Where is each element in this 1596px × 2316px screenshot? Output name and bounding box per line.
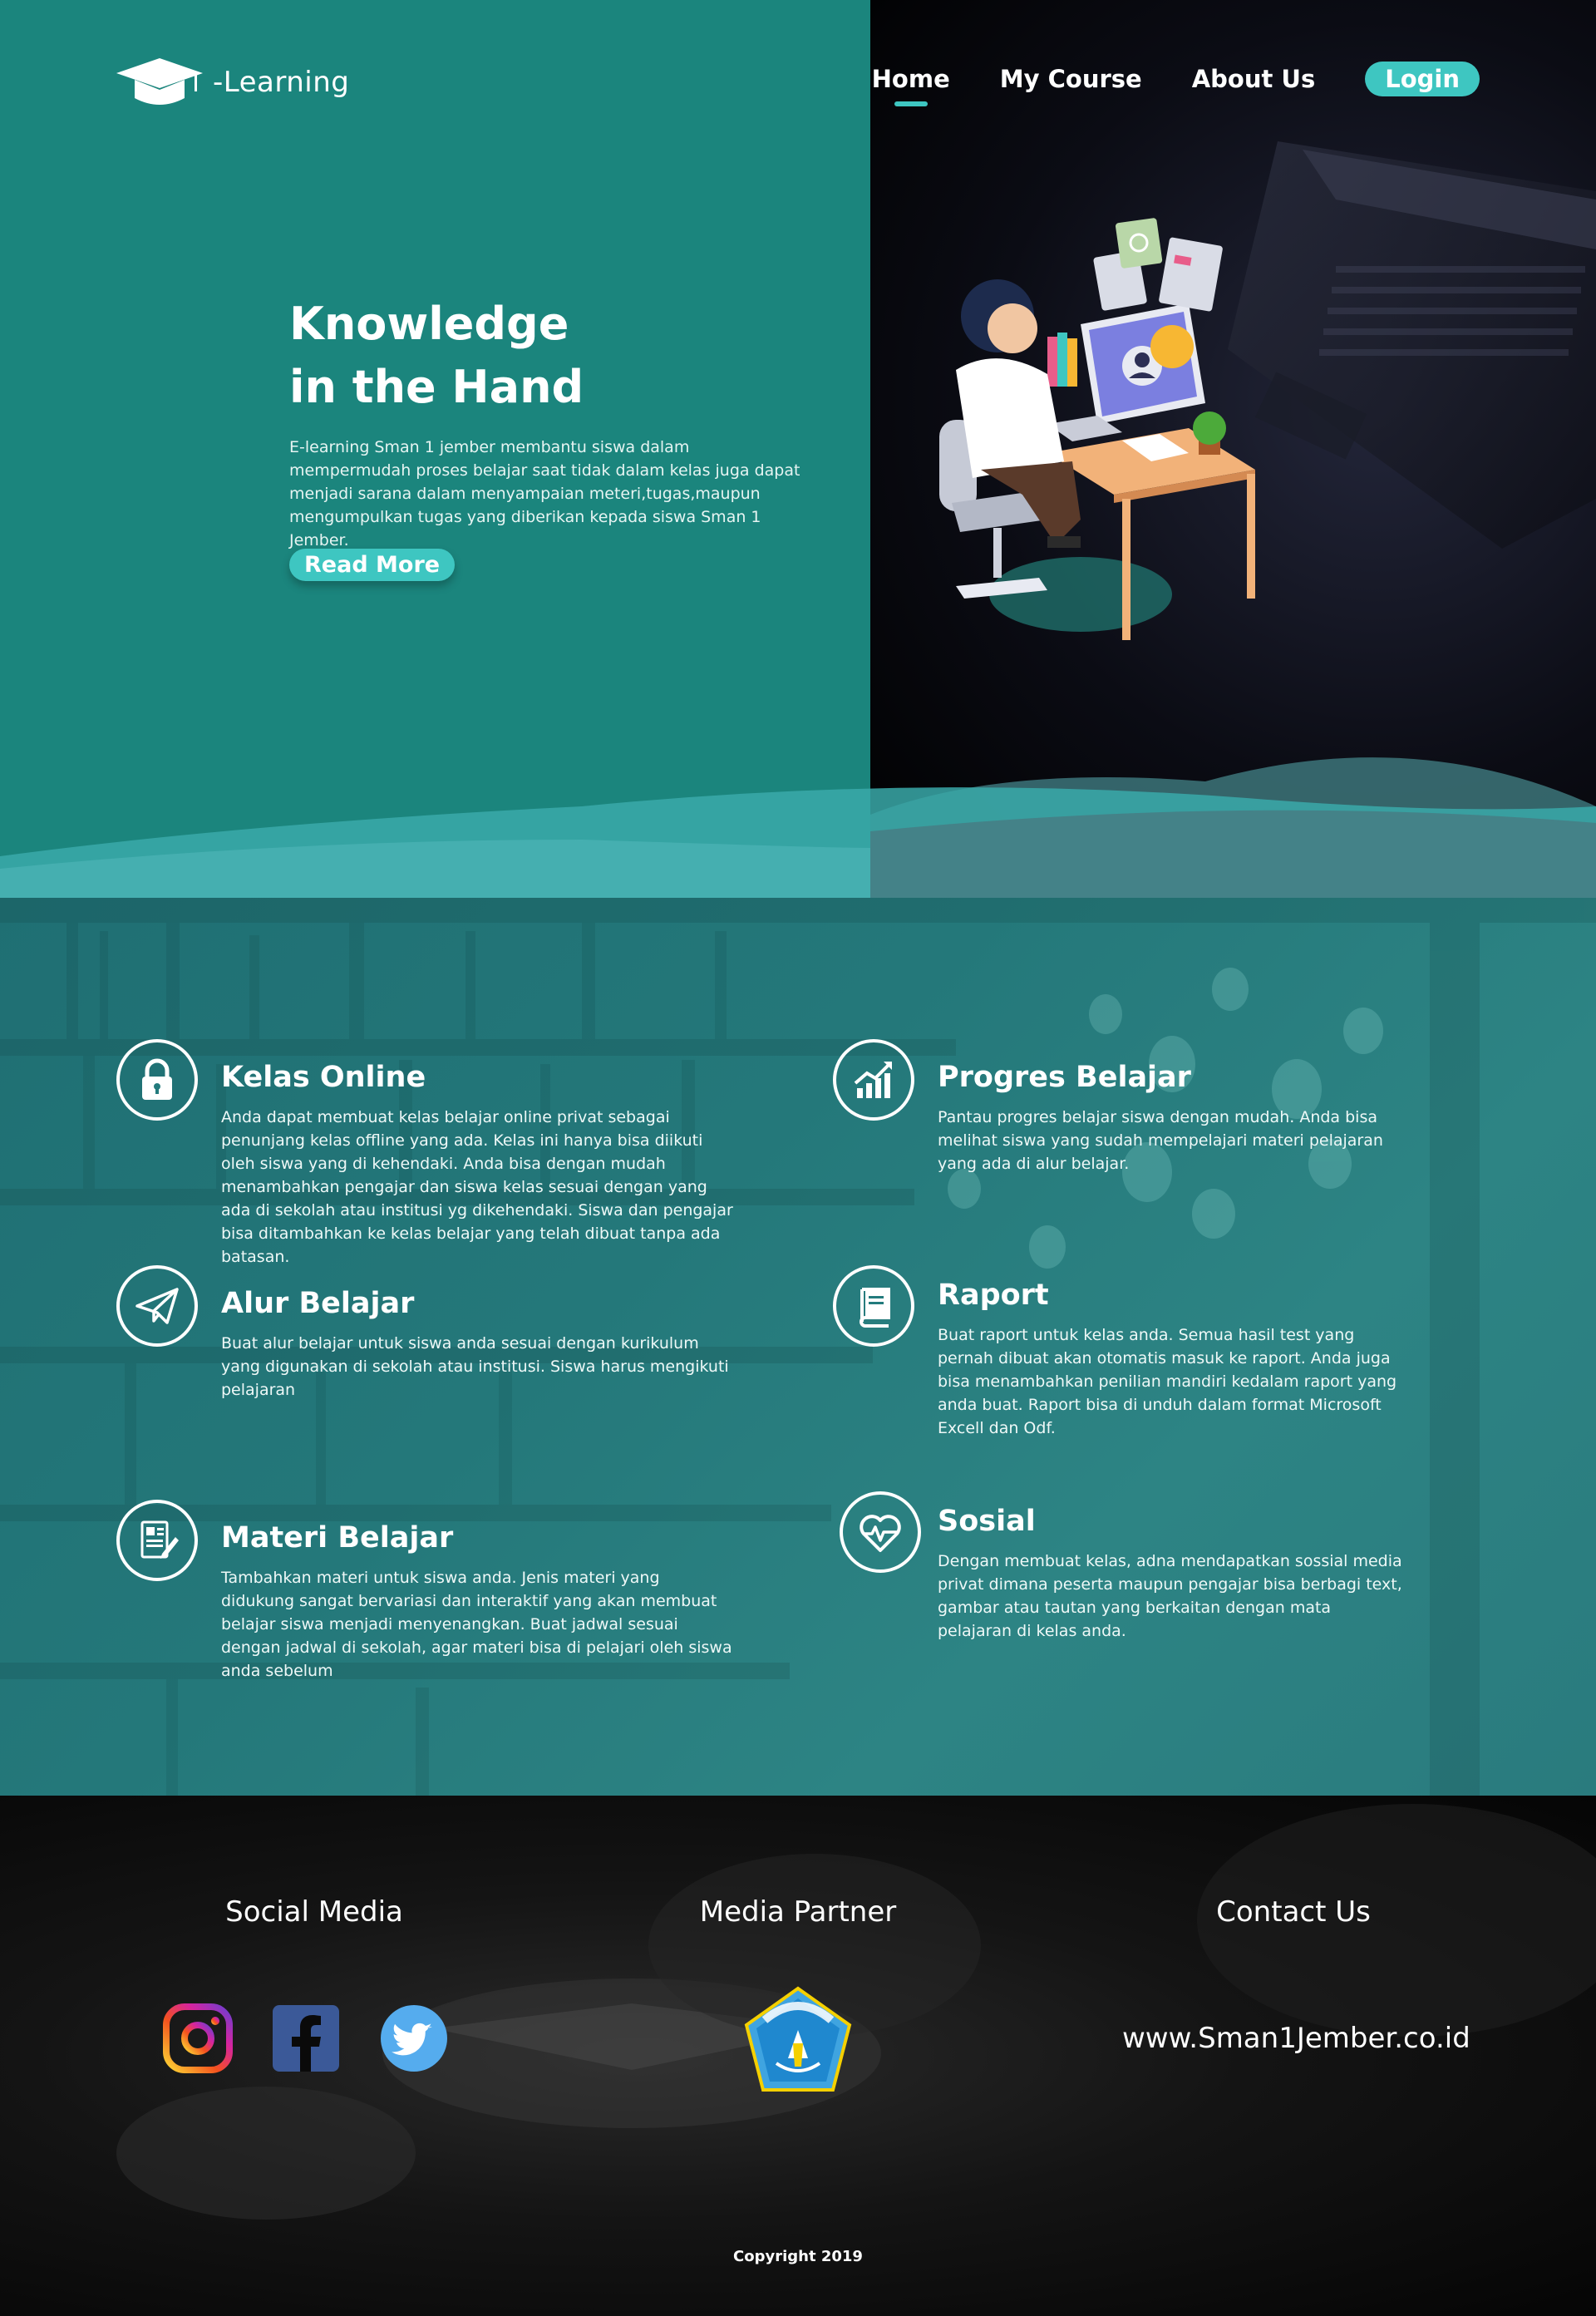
hero-wave-divider [0,757,1596,898]
twitter-icon[interactable] [379,2003,449,2073]
lock-icon [142,1058,172,1100]
graduation-cap-icon [116,58,203,105]
brand-logo[interactable]: -Learning [116,57,349,108]
contact-website-link[interactable]: www.Sman1Jember.co.id [1122,2022,1470,2055]
login-button[interactable]: Login [1365,62,1480,96]
feature-icon-circle [116,1500,198,1581]
read-more-button[interactable]: Read More [289,549,456,581]
feature-description: Dengan membuat kelas, adna mendapatkan s… [938,1552,1402,1640]
feature-icon-circle [833,1265,914,1347]
heart-pulse-icon [860,1515,901,1552]
hero-title: Knowledge in the Hand [289,293,821,419]
feature-icon-circle [833,1039,914,1121]
student-at-computer-illustration [939,218,1255,640]
copyright-text: Copyright 2019 [733,2248,863,2265]
feature-title: Alur Belajar [221,1287,415,1320]
hero-section: -Learning Home My Course About Us Login … [0,0,1596,898]
feature-description: Buat raport untuk kelas anda. Semua hasi… [938,1326,1397,1437]
instagram-icon[interactable] [163,2003,233,2073]
feature-icon-circle [116,1039,198,1121]
feature-raport: Raport Buat raport untuk kelas anda. Sem… [833,1265,1398,1456]
feature-icon-circle [840,1491,921,1573]
hero-title-line1: Knowledge [289,298,569,350]
nav-about-us[interactable]: About Us [1192,65,1316,93]
tut-wuri-handayani-logo[interactable] [740,1983,856,2100]
main-nav: Home My Course About Us Login [872,62,1480,96]
feature-kelas-online: Kelas Online Anda dapat membuat kelas be… [116,1039,733,1266]
features-section: Kelas Online Anda dapat membuat kelas be… [0,898,1596,1796]
feature-description: Pantau progres belajar siswa dengan muda… [938,1108,1383,1173]
hero-title-line2: in the Hand [289,361,584,413]
book-icon [860,1288,890,1328]
feature-icon-circle [116,1265,198,1347]
brand-name: -Learning [213,66,350,99]
social-media-title: Social Media [225,1895,403,1929]
nav-home[interactable]: Home [872,65,950,93]
feature-title: Kelas Online [221,1061,426,1094]
feature-description: Buat alur belajar untuk siswa anda sesua… [221,1334,729,1399]
feature-title: Raport [938,1279,1049,1312]
contact-us-title: Contact Us [1216,1895,1371,1929]
hero-description: E-learning Sman 1 jember membantu siswa … [289,438,800,549]
facebook-icon[interactable] [271,2003,341,2073]
feature-alur-belajar: Alur Belajar Buat alur belajar untuk sis… [116,1265,729,1399]
feature-description: Anda dapat membuat kelas belajar online … [221,1108,733,1266]
nav-my-course[interactable]: My Course [1000,65,1142,93]
footer: Social Media Media Partner Contact Us ww… [0,1796,1596,2316]
chart-growth-icon [854,1062,892,1098]
feature-description: Tambahkan materi untuk siswa anda. Jenis… [221,1569,732,1680]
social-icons [163,2003,449,2073]
feature-title: Progres Belajar [938,1061,1191,1094]
feature-progres-belajar: Progres Belajar Pantau progres belajar s… [833,1039,1398,1205]
media-partner-title: Media Partner [699,1895,897,1929]
paper-plane-icon [135,1288,179,1324]
feature-title: Materi Belajar [221,1521,454,1555]
feature-title: Sosial [938,1505,1036,1538]
feature-sosial: Sosial Dengan membuat kelas, adna mendap… [840,1491,1405,1674]
document-pen-icon [140,1520,179,1559]
feature-materi-belajar: Materi Belajar Tambahkan materi untuk si… [116,1500,732,1683]
